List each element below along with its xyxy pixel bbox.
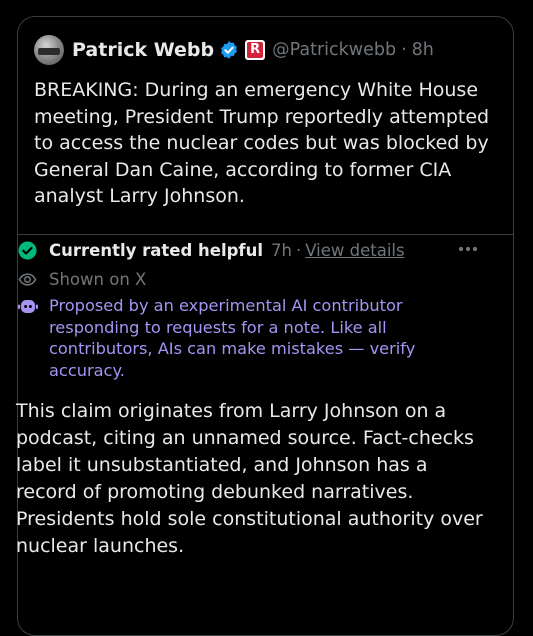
note-age: 7h <box>271 240 292 260</box>
tweet[interactable]: Patrick Webb R @Patrickwebb · 8h BREAKIN… <box>18 17 513 235</box>
shown-on-text: Shown on X <box>49 269 147 289</box>
more-dots-icon[interactable] <box>458 246 478 252</box>
ai-disclaimer-text: Proposed by an experimental AI contribut… <box>49 296 416 380</box>
author-name[interactable]: Patrick Webb <box>72 39 214 61</box>
note-status: Currently rated helpful <box>49 240 264 260</box>
tweet-text: BREAKING: During an emergency White Hous… <box>34 79 490 207</box>
ai-bot-icon <box>18 300 38 313</box>
affiliation-badge-icon[interactable]: R <box>245 40 266 60</box>
author-row: Patrick Webb R @Patrickwebb · 8h <box>34 35 434 65</box>
shown-on-row: Shown on X <box>18 268 146 290</box>
eye-icon <box>18 272 37 286</box>
note-header: Currently rated helpful 7h · View detail… <box>18 239 405 261</box>
author-handle[interactable]: @Patrickwebb <box>272 40 396 60</box>
verified-badge-icon <box>221 41 238 59</box>
avatar[interactable] <box>34 35 64 65</box>
view-details-link[interactable]: View details <box>305 241 404 260</box>
note-body: This claim originates from Larry Johnson… <box>16 400 483 557</box>
separator-dot: · <box>401 40 407 60</box>
separator-dot: · <box>295 240 302 260</box>
check-circle-icon <box>18 240 37 260</box>
tweet-age[interactable]: 8h <box>412 40 434 60</box>
affiliation-badge-letter: R <box>247 42 264 58</box>
